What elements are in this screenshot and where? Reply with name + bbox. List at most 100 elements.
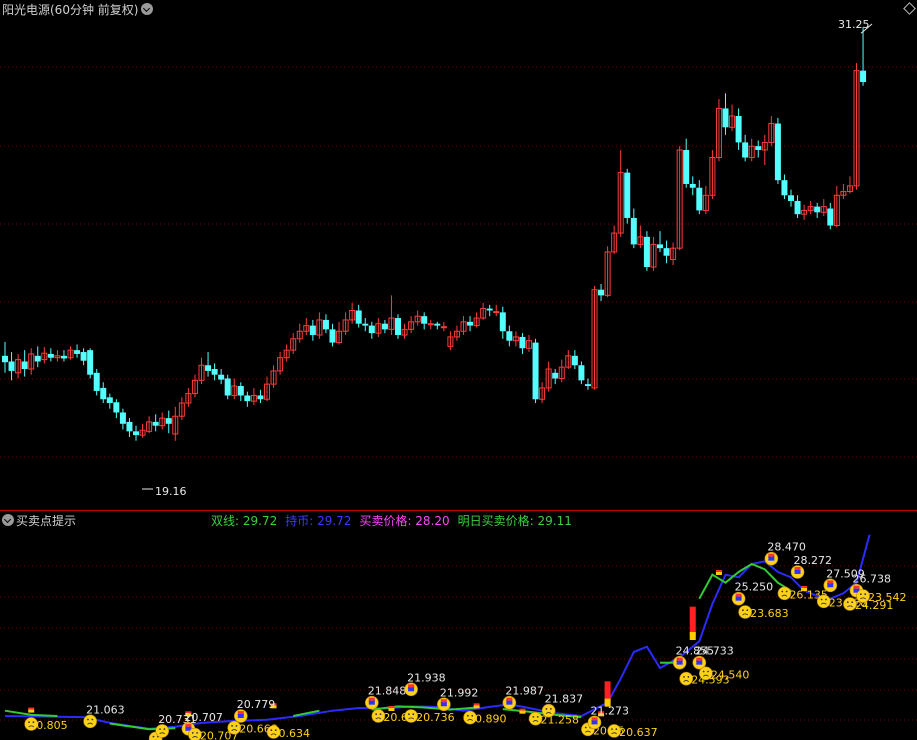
candle-body (814, 206, 821, 213)
candle-body (722, 108, 729, 128)
happy-face-icon (823, 578, 838, 593)
candle-body (735, 115, 742, 143)
candle-body (381, 323, 388, 330)
candle-body (80, 352, 87, 361)
price-label: 26.738 (853, 573, 892, 586)
price-label: 0.634 (279, 727, 311, 740)
candle-body (657, 244, 663, 249)
candle-body (224, 378, 231, 396)
happy-face-icon (437, 697, 451, 712)
candle-body (2, 355, 8, 363)
candle-body (165, 418, 172, 424)
price-label: 0.805 (36, 719, 67, 732)
candle-body (211, 369, 218, 375)
candle-body (630, 217, 637, 245)
candle-body (237, 386, 244, 396)
candle-body (827, 208, 834, 226)
candle-body (493, 311, 500, 314)
happy-face-icon (790, 565, 805, 579)
candle-body (781, 180, 788, 196)
candle-body (21, 361, 28, 370)
candle-body (205, 365, 212, 371)
candle-body (309, 325, 316, 336)
candle-body (434, 323, 441, 326)
happy-face-icon (404, 682, 418, 697)
happy-face-icon (587, 715, 602, 730)
price-label: 25.250 (735, 581, 774, 594)
price-label: 20.736 (416, 711, 455, 724)
candle-body (499, 312, 506, 332)
price-label: 20.637 (619, 726, 658, 739)
legend-item: 明日买卖价格: 29.11 (457, 514, 572, 528)
candle-body (788, 195, 794, 201)
candle-body (322, 319, 329, 330)
candle-body (696, 187, 703, 211)
candle-body (362, 323, 369, 326)
marker-yellow (473, 705, 480, 709)
legend-item: 买卖价格: 28.20 (359, 514, 450, 528)
candle-body (133, 431, 139, 436)
price-label: 28.470 (767, 541, 806, 554)
candle-body (113, 402, 120, 413)
marker-red (28, 707, 35, 710)
price-label: 21.987 (505, 685, 543, 698)
candle-body (60, 355, 67, 359)
happy-face-icon (731, 591, 746, 606)
candle-body (552, 372, 559, 379)
price-label: 21.848 (368, 685, 407, 698)
candle-body (395, 318, 401, 336)
stock-chart[interactable]: 0.80521.06320.73120.70720.70720.66820.77… (0, 0, 917, 740)
high-price-label: 31.25 (838, 18, 870, 31)
candle-body (8, 361, 15, 371)
chevron-down-icon[interactable] (141, 3, 153, 15)
candle-body (93, 372, 100, 391)
candle-body (584, 384, 591, 387)
marker-red (388, 706, 395, 708)
price-label: 24.540 (711, 668, 750, 681)
candle-body (506, 331, 513, 341)
candle-body (683, 149, 690, 184)
marker-yellow (519, 710, 526, 714)
candle-body (598, 289, 605, 296)
price-label: 20.779 (237, 698, 275, 711)
candle-body (624, 172, 631, 218)
happy-face-icon (764, 551, 779, 566)
price-annotations: 31.25 19.16 (142, 18, 873, 498)
candle-body (74, 350, 81, 354)
marker-red (715, 570, 722, 572)
legend-item: 持币: 29.72 (285, 514, 352, 528)
price-label: 21.273 (591, 704, 630, 717)
chevron-down-icon[interactable] (2, 514, 14, 526)
chart-title: 阳光电源(60分钟 前复权) (2, 3, 139, 17)
candle-body (355, 310, 362, 324)
happy-face-icon (502, 695, 517, 710)
marker-red (473, 703, 480, 706)
candle-body (368, 325, 375, 334)
marker-red (519, 708, 526, 711)
sell-bar (689, 606, 696, 636)
candle-body (689, 183, 696, 188)
candle-body (860, 70, 867, 82)
price-label: 28.272 (794, 554, 833, 567)
blue-line (4, 534, 871, 730)
candle-body (126, 421, 133, 432)
candle-body (755, 146, 762, 150)
candle-body (257, 395, 264, 400)
candle-body (421, 316, 428, 324)
candle-body (100, 387, 107, 400)
marker-yellow (28, 709, 35, 713)
happy-face-icon (672, 655, 687, 670)
indicator-title: 买卖点提示 (16, 514, 77, 528)
candle-body (106, 397, 113, 404)
legend-item: 双线: 29.72 (211, 514, 278, 528)
price-label: 21.837 (545, 693, 584, 706)
candle-body (486, 308, 493, 311)
price-label: 21.063 (86, 703, 125, 716)
sad-face-icon (83, 714, 97, 729)
happy-face-icon (234, 709, 248, 723)
happy-face-icon (364, 695, 379, 710)
price-label: 20.707 (184, 711, 223, 724)
candle-body (519, 336, 526, 349)
candle-body (119, 412, 126, 424)
candle-body (34, 355, 41, 362)
